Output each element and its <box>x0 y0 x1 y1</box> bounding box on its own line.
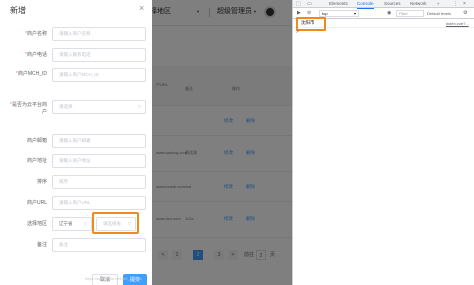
device-toolbar-icon[interactable]: ▭ <box>307 0 312 8</box>
field-label: 商户地址 <box>26 158 47 164</box>
devtools-tabs: ⬚ ▭ Elements Console Sources Network » ⋮… <box>293 0 474 9</box>
field-label: 商户URL <box>26 200 47 206</box>
sort-input[interactable]: 排序 <box>52 175 146 189</box>
settings-icon[interactable]: ⚙ <box>463 9 467 18</box>
merchant-email-input[interactable]: 请输入商户邮箱 <box>52 134 146 148</box>
more-tabs-icon[interactable]: » <box>437 0 440 8</box>
log-levels-select[interactable]: Default levels <box>427 10 451 17</box>
console-prompt[interactable]: > <box>296 29 299 35</box>
chevron-down-icon: ▽ <box>83 221 87 226</box>
merchant-url-input[interactable]: 请输入商户URL <box>52 196 146 210</box>
tab-elements[interactable]: Elements <box>329 0 348 8</box>
chevron-down-icon: ▽ <box>137 104 141 109</box>
more-options-icon[interactable]: ⋮ <box>453 0 458 8</box>
close-icon[interactable]: × <box>463 0 466 8</box>
watermark: https://blog.csdn.net/m0_4xxxxx <box>85 276 142 281</box>
cloud-platform-select[interactable]: 请选择 ▽ <box>52 100 146 114</box>
filter-input[interactable]: Filter <box>396 10 424 17</box>
tab-network[interactable]: Network <box>410 0 427 8</box>
field-label: 商户邮箱 <box>26 138 47 144</box>
merchant-mch-id-input[interactable]: 请输入商户MCH_ID <box>52 68 146 82</box>
inspect-icon[interactable]: ⬚ <box>296 0 301 8</box>
merchant-phone-input[interactable]: 请输入联系电话 <box>52 48 146 62</box>
city-select-highlight <box>92 212 139 234</box>
field-label: *是否为云平台商户 <box>10 102 47 115</box>
context-select[interactable]: top ▾ <box>319 10 359 17</box>
field-label: *商户MCH_ID <box>15 71 47 77</box>
remark-input[interactable]: 备注 <box>52 238 146 252</box>
tab-console[interactable]: Console <box>357 0 374 9</box>
tab-sources[interactable]: Sources <box>384 0 401 8</box>
field-label: 选择地区 <box>26 221 47 227</box>
close-icon[interactable]: × <box>139 3 144 13</box>
field-label: *商户电话 <box>25 52 47 58</box>
field-label: 备注 <box>36 242 47 248</box>
eye-icon[interactable]: ◉ <box>387 9 391 18</box>
devtools-panel: ⬚ ▭ Elements Console Sources Network » ⋮… <box>292 0 474 285</box>
add-merchant-dialog: 新增 × *商户名称 请输入商户名称 *商户电话 请输入联系电话 *商户MCH_… <box>0 0 152 285</box>
merchant-address-input[interactable]: 请输入商户地址 <box>52 154 146 168</box>
dialog-title: 新增 <box>10 6 26 15</box>
console-log-source-link[interactable]: index.vue?... <box>446 21 469 26</box>
merchant-name-input[interactable]: 请输入商户名称 <box>52 27 146 41</box>
field-label: *商户名称 <box>25 31 47 37</box>
province-select[interactable]: 辽宁省 ▽ <box>52 217 92 231</box>
log-highlight <box>296 17 326 31</box>
chevron-down-icon: ▾ <box>353 11 356 16</box>
field-label: 排序 <box>36 179 47 185</box>
